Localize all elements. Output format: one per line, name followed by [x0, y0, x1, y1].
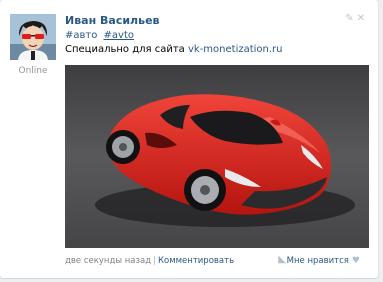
- caption-text: Специально для сайта: [65, 44, 188, 55]
- megaphone-icon[interactable]: ◣: [278, 254, 286, 265]
- post-footer: две секунды назад | Комментировать: [65, 256, 234, 266]
- comment-link[interactable]: Комментировать: [158, 256, 234, 266]
- post-caption: Специально для сайта vk-monetization.ru: [65, 44, 283, 55]
- post-card: Online Иван Васильев ✎✕ #авто #avto Спец…: [0, 0, 378, 278]
- caption-link[interactable]: vk-monetization.ru: [188, 44, 283, 55]
- hashtag-link[interactable]: #авто: [65, 30, 97, 41]
- post-actions: ✎✕: [345, 13, 368, 24]
- post-photo[interactable]: [65, 65, 369, 248]
- like-button[interactable]: Мне нравится ♥: [287, 256, 360, 266]
- author-name[interactable]: Иван Васильев: [65, 14, 160, 27]
- pencil-icon[interactable]: ✎: [345, 13, 356, 24]
- avatar[interactable]: [10, 14, 56, 60]
- like-label: Мне нравится: [286, 256, 349, 266]
- post-time[interactable]: две секунды назад: [65, 256, 151, 266]
- heart-icon: ♥: [351, 256, 360, 266]
- close-icon[interactable]: ✕: [357, 13, 368, 24]
- hashtags: #авто #avto: [65, 30, 134, 41]
- hashtag-link[interactable]: #avto: [104, 30, 134, 41]
- online-status: Online: [18, 66, 48, 76]
- separator: |: [153, 256, 156, 266]
